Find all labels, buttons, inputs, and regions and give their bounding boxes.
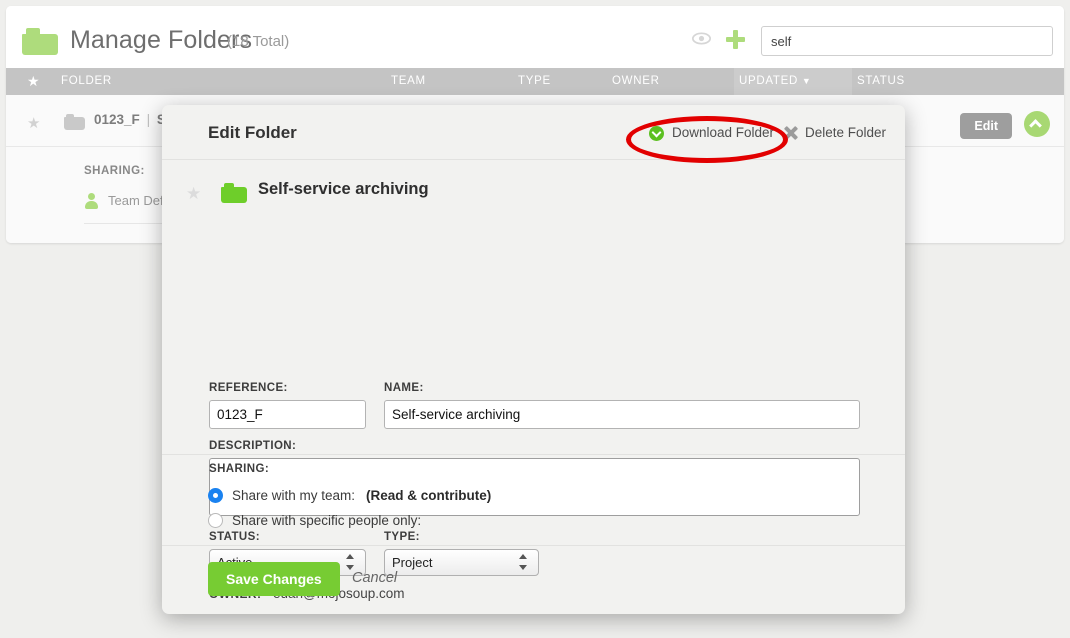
sort-arrow-icon: ▼	[802, 76, 812, 86]
table-column-headers: ★ FOLDER TEAM TYPE OWNER UPDATED ▼ STATU…	[6, 68, 1064, 95]
radio-share-team-label[interactable]: Share with my team:	[232, 488, 355, 503]
close-x-icon	[784, 126, 798, 140]
search-input[interactable]	[761, 26, 1053, 56]
column-header-folder[interactable]: FOLDER	[61, 75, 112, 87]
person-icon	[84, 193, 99, 209]
star-icon: ★	[27, 75, 40, 88]
modal-footer: Save Changes Cancel	[162, 546, 905, 613]
plus-icon[interactable]	[726, 30, 745, 49]
description-label: DESCRIPTION:	[209, 440, 296, 452]
download-folder-label: Download Folder	[672, 125, 774, 140]
save-changes-button[interactable]: Save Changes	[208, 562, 340, 596]
column-header-updated-label: UPDATED	[739, 75, 798, 87]
cancel-button[interactable]: Cancel	[352, 570, 397, 586]
app-root: Manage Folders (18 Total) ★ FOLDER TEAM …	[0, 0, 1070, 638]
folder-icon	[221, 183, 247, 203]
row-star-icon[interactable]: ★	[27, 114, 40, 132]
share-team-permission-note: (Read & contribute)	[366, 488, 491, 503]
row-sharing-label: SHARING:	[84, 165, 145, 177]
folder-count: (18 Total)	[227, 33, 289, 50]
reference-label: REFERENCE:	[209, 382, 288, 394]
column-header-status[interactable]: STATUS	[857, 75, 905, 87]
sharing-label: SHARING:	[209, 463, 269, 475]
name-input[interactable]	[384, 400, 860, 429]
column-header-team[interactable]: TEAM	[391, 75, 426, 87]
page-header: Manage Folders (18 Total)	[6, 6, 1064, 68]
modal-body: ★ Self-service archiving REFERENCE: NAME…	[162, 160, 905, 454]
chevron-up-icon[interactable]	[1024, 111, 1050, 137]
radio-share-team[interactable]	[208, 488, 223, 503]
column-header-owner[interactable]: OWNER	[612, 75, 660, 87]
radio-share-specific-label[interactable]: Share with specific people only:	[232, 513, 421, 528]
column-header-type[interactable]: TYPE	[518, 75, 551, 87]
row-reference: 0123_F	[94, 112, 140, 127]
modal-folder-name: Self-service archiving	[258, 180, 429, 199]
modal-header: Edit Folder Download Folder Delete Folde…	[162, 105, 905, 160]
download-circle-icon	[649, 126, 664, 141]
radio-share-specific[interactable]	[208, 513, 223, 528]
eye-icon[interactable]	[692, 32, 711, 45]
delete-folder-label: Delete Folder	[805, 125, 886, 140]
star-icon[interactable]: ★	[186, 184, 201, 204]
name-label: NAME:	[384, 382, 424, 394]
page-title: Manage Folders	[70, 26, 252, 55]
edit-folder-modal: Edit Folder Download Folder Delete Folde…	[162, 105, 905, 614]
column-header-updated[interactable]: UPDATED ▼	[739, 75, 812, 87]
edit-button[interactable]: Edit	[960, 113, 1012, 139]
row-folder-icon	[64, 114, 85, 130]
reference-input[interactable]	[209, 400, 366, 429]
folder-icon	[22, 28, 58, 55]
modal-title: Edit Folder	[208, 123, 297, 143]
sharing-section: SHARING: Share with my team: (Read & con…	[162, 454, 905, 546]
row-separator: |	[144, 112, 154, 127]
